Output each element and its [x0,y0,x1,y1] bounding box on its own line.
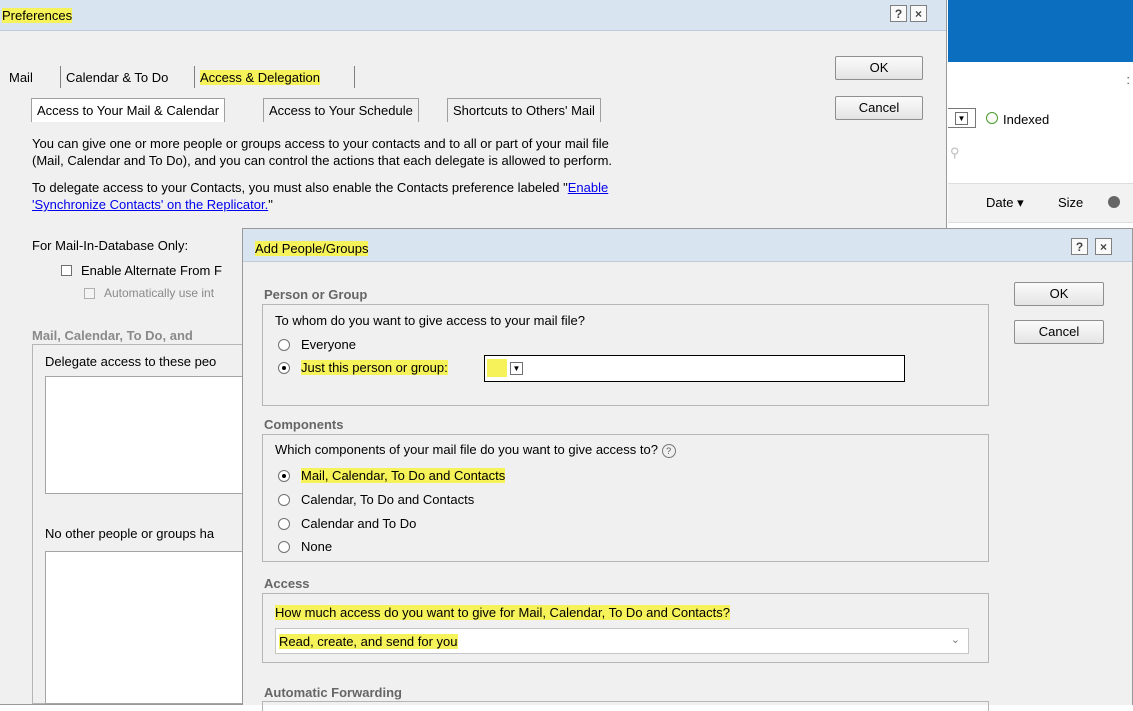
add-people-dialog: Add People/Groups ? × OK Cancel Person o… [242,228,1133,711]
column-size[interactable]: Size [1058,195,1083,210]
no-other-list[interactable] [45,551,260,704]
enable-link[interactable]: Enable [568,180,608,195]
tab-calendar-todo[interactable]: Calendar & To Do [66,70,168,85]
no-other-label: No other people or groups ha [45,526,215,541]
add-people-title: Add People/Groups [255,241,369,256]
everyone-label: Everyone [301,337,356,352]
tab-divider [194,66,195,88]
enable-alternate-from-checkbox[interactable] [61,265,72,276]
mail-in-label: For Mail-In-Database Only: [32,238,189,253]
app-header-bar [948,0,1133,62]
index-dropdown[interactable]: ▼ [948,108,976,128]
subtab-others-mail[interactable]: Shortcuts to Others' Mail [447,98,601,122]
synchronize-link[interactable]: 'Synchronize Contacts' on the Replicator… [32,197,268,212]
enable-alternate-from-label: Enable Alternate From F [81,263,222,278]
component-radio-all[interactable] [278,470,290,482]
chevron-down-icon: ⌄ [950,634,960,646]
ok-button[interactable]: OK [1014,282,1104,306]
person-name-field[interactable]: ▼ [484,355,905,382]
help-button[interactable]: ? [890,5,907,22]
subtab-schedule[interactable]: Access to Your Schedule [263,98,419,122]
indexed-label: Indexed [1003,112,1050,127]
tab-divider [354,66,355,88]
just-person-radio[interactable] [278,362,290,374]
access-level-select[interactable]: Read, create, and send for you ⌄ [275,628,969,654]
auto-use-label: Automatically use int [104,286,215,300]
preferences-title: Preferences [2,8,73,23]
component-label-none: None [301,539,333,554]
person-question: To whom do you want to give access to yo… [275,313,585,328]
component-label-calendar-contacts: Calendar, To Do and Contacts [301,492,475,507]
access-level-value: Read, create, and send for you [279,634,458,649]
tab-access-delegation[interactable]: Access & Delegation [200,70,320,85]
status-column-icon[interactable] [1108,196,1120,208]
access-section-heading: Access [264,576,310,591]
tab-mail[interactable]: Mail [9,70,33,85]
overflow-icon[interactable]: : [1126,72,1130,87]
delegate-label: Delegate access to these peo [45,354,217,369]
chevron-down-icon[interactable]: ▼ [510,362,523,375]
component-label-calendar-todo: Calendar and To Do [301,516,417,531]
delegate-list[interactable] [45,376,260,494]
message-list-header: Date ▾ Size [948,183,1133,223]
contacts-note: To delegate access to your Contacts, you… [32,180,609,195]
ok-button[interactable]: OK [835,56,923,80]
components-question: Which components of your mail file do yo… [275,442,676,458]
help-button[interactable]: ? [1071,238,1088,255]
field-highlight [487,359,507,377]
component-radio-calendar-todo[interactable] [278,518,290,530]
component-radio-calendar-contacts[interactable] [278,494,290,506]
forwarding-panel [262,701,989,711]
intro-text-line1: You can give one or more people or group… [32,136,609,151]
person-section-heading: Person or Group [264,287,368,302]
component-label-all: Mail, Calendar, To Do and Contacts [301,468,506,483]
component-radio-none[interactable] [278,541,290,553]
preferences-titlebar: Preferences ? × [0,0,946,31]
components-section-heading: Components [264,417,344,432]
indexed-status-icon [986,112,998,124]
access-question: How much access do you want to give for … [275,605,730,620]
intro-text-line2: (Mail, Calendar and To Do), and you can … [32,153,613,168]
close-button[interactable]: × [1095,238,1112,255]
subtab-mail-calendar[interactable]: Access to Your Mail & Calendar [31,98,226,122]
forwarding-section-heading: Automatic Forwarding [264,685,402,700]
section-heading: Mail, Calendar, To Do, and [32,328,193,343]
everyone-radio[interactable] [278,339,290,351]
tab-divider [60,66,61,88]
cancel-button[interactable]: Cancel [1014,320,1104,344]
search-icon[interactable]: ⚲ [950,145,960,161]
contacts-note-line2: 'Synchronize Contacts' on the Replicator… [32,197,273,212]
just-person-label: Just this person or group: [301,360,448,375]
app-toolbar-strip: : [948,62,1133,101]
cancel-button[interactable]: Cancel [835,96,923,120]
help-circle-icon[interactable]: ? [661,443,676,458]
add-people-titlebar: Add People/Groups ? × [243,229,1132,262]
column-date[interactable]: Date ▾ [986,195,1024,211]
chevron-down-icon: ▼ [955,112,968,125]
close-button[interactable]: × [910,5,927,22]
auto-use-checkbox[interactable] [84,288,95,299]
